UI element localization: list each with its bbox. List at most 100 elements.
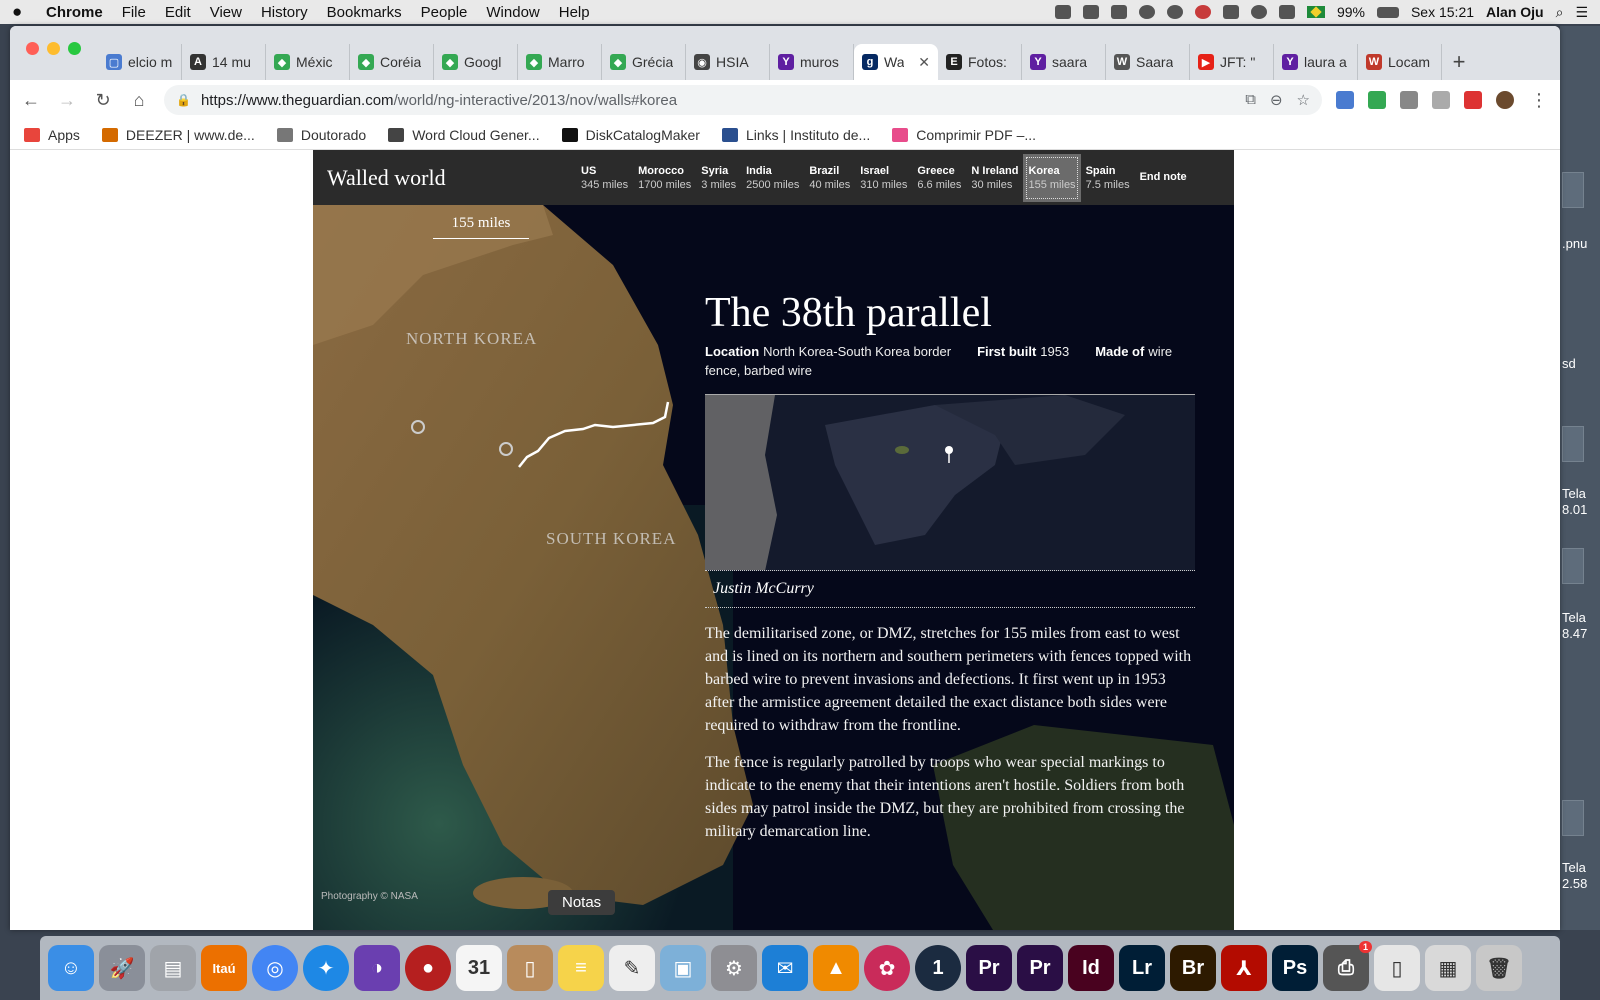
wall-nav-item[interactable]: Morocco 1700 miles (633, 154, 696, 202)
desktop-item[interactable] (1562, 426, 1584, 462)
home-icon[interactable]: ⌂ (128, 90, 150, 111)
dock-preview-icon[interactable]: ▣ (660, 945, 706, 991)
desktop-item[interactable] (1562, 172, 1584, 208)
wall-nav-item[interactable]: US 345 miles (576, 154, 633, 202)
time-machine-icon[interactable] (1250, 5, 1267, 19)
wall-nav-item[interactable]: Israel 310 miles (855, 154, 912, 202)
browser-tab[interactable]: ◉ HSIA (686, 44, 770, 80)
dock-vlc-icon[interactable]: ▲ (813, 945, 859, 991)
dock-record-icon[interactable]: ● (405, 945, 451, 991)
dropbox-icon[interactable] (1110, 5, 1127, 19)
browser-tab[interactable]: ▢ elcio m (98, 44, 182, 80)
input-flag-icon[interactable] (1306, 6, 1325, 18)
menu-window[interactable]: Window (486, 4, 539, 21)
lock-icon[interactable]: 🔒 (176, 93, 191, 107)
browser-tab[interactable]: ▶ JFT: " (1190, 44, 1274, 80)
browser-tab[interactable]: ◆ Grécia (602, 44, 686, 80)
dock-photoshop-icon[interactable]: Ps (1272, 945, 1318, 991)
extension-doc-icon[interactable] (1336, 91, 1354, 109)
menubar-clock[interactable]: Sex 15:21 (1411, 4, 1474, 20)
browser-tab[interactable]: W Locam (1358, 44, 1442, 80)
browser-tab[interactable]: A 14 mu (182, 44, 266, 80)
bookmark-item[interactable]: Doutorado (276, 127, 366, 143)
dock-bridge-icon[interactable]: Br (1170, 945, 1216, 991)
dock-mail-bird-icon[interactable]: ✉ (762, 945, 808, 991)
wall-nav-item[interactable]: Brazil 40 miles (804, 154, 855, 202)
chrome-menu-icon[interactable]: ⋮ (1528, 90, 1550, 111)
wall-nav-item[interactable]: Syria 3 miles (696, 154, 741, 202)
desktop-label[interactable]: .pnu (1562, 236, 1587, 252)
sync-icon[interactable] (1138, 5, 1155, 19)
dock-indesign-icon[interactable]: Id (1068, 945, 1114, 991)
record-icon[interactable] (1194, 5, 1211, 19)
dock-acrobat-icon[interactable]: ⅄ (1221, 945, 1267, 991)
browser-tab[interactable]: E Fotos: (938, 44, 1022, 80)
dock-davinci-icon[interactable]: ✿ (864, 945, 910, 991)
dock-trash-icon[interactable]: 🗑 (1476, 945, 1522, 991)
dock-finder-icon[interactable]: ☺ (48, 945, 94, 991)
wifi-icon[interactable] (1278, 5, 1295, 19)
bookmark-item[interactable]: Comprimir PDF –... (892, 127, 1036, 143)
dock-lightroom-icon[interactable]: Lr (1119, 945, 1165, 991)
dock-documents-icon[interactable]: ▯ (1374, 945, 1420, 991)
wall-nav-item[interactable]: Greece 6.6 miles (912, 154, 966, 202)
dock-chrome-icon[interactable]: ◎ (252, 945, 298, 991)
dock-premiere-icon[interactable]: Pr (966, 945, 1012, 991)
desktop-label[interactable]: Tela 8.01 (1562, 486, 1587, 518)
dock-premiere-2-icon[interactable]: Pr (1017, 945, 1063, 991)
zoom-icon[interactable]: ⊖ (1270, 91, 1283, 109)
browser-tab[interactable]: Ymuros (770, 44, 854, 80)
new-tab-button[interactable]: + (1442, 44, 1476, 80)
browser-tab[interactable]: Ysaara (1022, 44, 1106, 80)
menu-help[interactable]: Help (559, 4, 590, 21)
dock-launchpad-icon[interactable]: 🚀 (99, 945, 145, 991)
wall-nav-item[interactable]: India 2500 miles (741, 154, 804, 202)
browser-tab[interactable]: ◆ Googl (434, 44, 518, 80)
close-tab-icon[interactable]: ✕ (918, 54, 930, 71)
extension-adblock-icon[interactable] (1464, 91, 1482, 109)
cloud-icon[interactable] (1082, 5, 1099, 19)
wall-nav-item[interactable]: Spain 7.5 miles (1081, 154, 1135, 202)
browser-tab[interactable]: g Wa ✕ (854, 44, 938, 80)
zoom-window-button[interactable] (68, 42, 81, 55)
menubar-user[interactable]: Alan Oju (1486, 4, 1544, 20)
menu-file[interactable]: File (122, 4, 146, 21)
extension-puzzle-icon[interactable] (1368, 91, 1386, 109)
byline[interactable]: Justin McCurry (705, 571, 1195, 608)
browser-tab[interactable]: W Saara (1106, 44, 1190, 80)
extension-drive-icon[interactable] (1400, 91, 1418, 109)
bookmark-item[interactable]: Word Cloud Gener... (388, 127, 540, 143)
extension-clip-icon[interactable] (1432, 91, 1450, 109)
menu-bookmarks[interactable]: Bookmarks (327, 4, 402, 21)
desktop-label[interactable]: Tela 8.47 (1562, 610, 1587, 642)
dock-calendar-icon[interactable]: 31 (456, 945, 502, 991)
dock-color-picker-icon[interactable]: ◑ (354, 945, 400, 991)
profile-avatar[interactable] (1496, 91, 1514, 109)
menu-people[interactable]: People (421, 4, 468, 21)
dock-textedit-icon[interactable]: ✎ (609, 945, 655, 991)
back-arrow-icon[interactable]: ← (20, 90, 42, 111)
desktop-item[interactable] (1562, 548, 1584, 584)
browser-tab[interactable]: ◆ Marro (518, 44, 602, 80)
locator-map[interactable] (705, 395, 1195, 571)
close-window-button[interactable] (26, 42, 39, 55)
browser-tab[interactable]: ◆ Coréia (350, 44, 434, 80)
wall-nav-item[interactable]: End note (1135, 154, 1192, 202)
bookmark-item[interactable]: Apps (24, 127, 80, 143)
bookmark-item[interactable]: DiskCatalogMaker (561, 127, 700, 143)
dock-printer-icon[interactable]: ⎙ 1 (1323, 941, 1372, 991)
desktop-label[interactable]: Tela 2.58 (1562, 860, 1587, 892)
dock-notes-icon[interactable]: ≡ (558, 945, 604, 991)
wall-nav-item[interactable]: Korea 155 miles (1023, 153, 1081, 202)
apple-menu-icon[interactable]: ● (12, 2, 28, 22)
dock-system-preferences-icon[interactable]: ⚙ (711, 945, 757, 991)
site-title[interactable]: Walled world (327, 165, 576, 191)
bookmark-item[interactable]: DEEZER | www.de... (101, 127, 255, 143)
status-app-icon[interactable] (1054, 5, 1071, 19)
reload-icon[interactable]: ↻ (92, 90, 114, 111)
dock-itau-icon[interactable]: Itaú (201, 945, 247, 991)
forward-arrow-icon[interactable]: → (56, 90, 78, 111)
menu-view[interactable]: View (210, 4, 242, 21)
bookmark-star-icon[interactable]: ☆ (1297, 91, 1310, 109)
battery-icon[interactable] (1376, 6, 1399, 18)
